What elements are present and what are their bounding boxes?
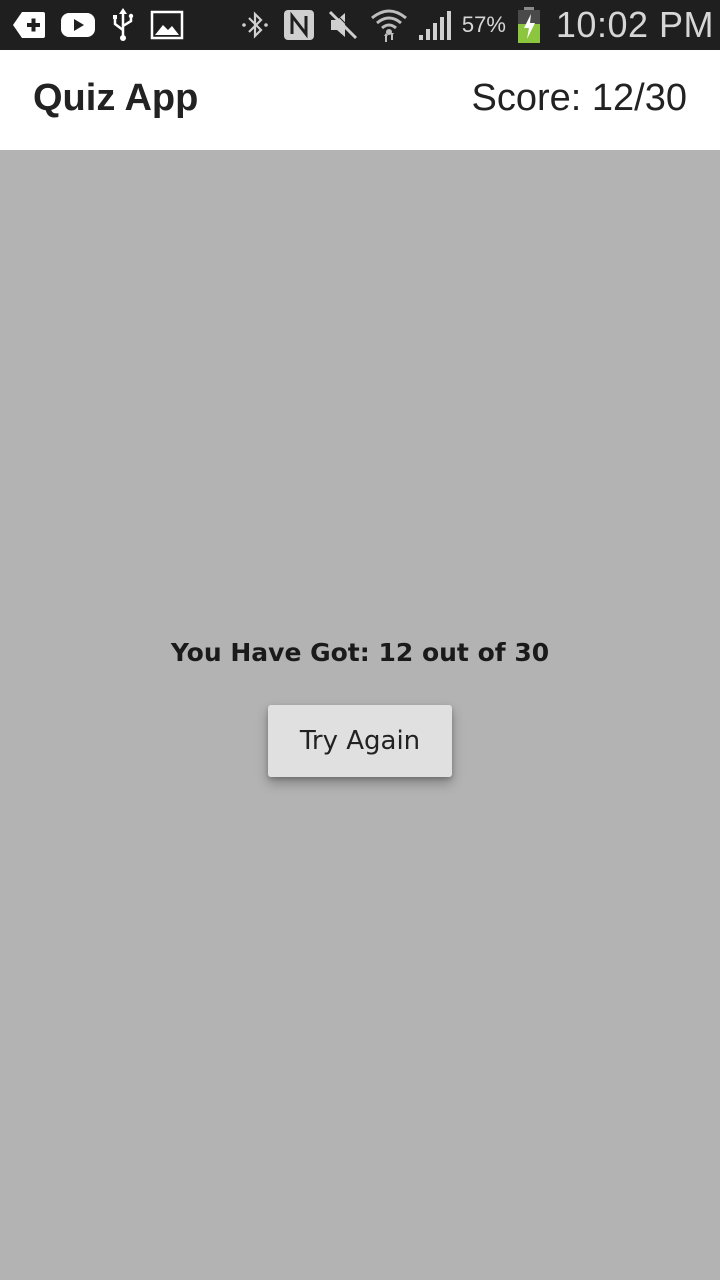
signal-icon [418,8,452,42]
nfc-icon [282,8,316,42]
add-notification-icon [12,10,46,40]
status-bar-left [12,8,184,42]
gallery-icon [150,10,184,40]
status-bar: 57% 10:02 PM [0,0,720,50]
usb-icon [110,8,136,42]
try-again-button[interactable]: Try Again [268,705,452,777]
bluetooth-icon [238,8,272,42]
app-title: Quiz App [33,77,199,119]
battery-percent: 57% [461,12,506,37]
result-message: You Have Got: 12 out of 30 [170,638,550,667]
status-bar-right: 57% 10:02 PM [238,4,714,45]
battery-charging-icon [516,6,542,44]
mute-icon [326,8,360,42]
status-clock: 10:02 PM [555,4,714,45]
wifi-icon [370,6,408,44]
app-bar: Quiz App Score: 12/30 [0,50,720,150]
youtube-icon [60,11,96,39]
score-label: Score: 12/30 [471,77,687,119]
